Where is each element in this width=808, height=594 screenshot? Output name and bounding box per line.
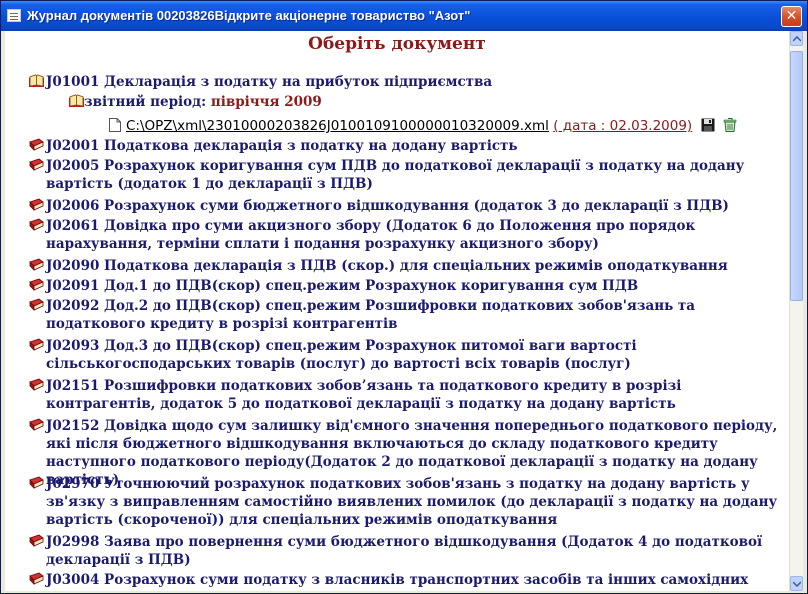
document-item[interactable]: J02006 Розрахунок суми бюджетного відшко… [29, 197, 789, 215]
document-item-label: J02005 Розрахунок коригування сум ПДВ до… [46, 158, 745, 192]
document-item-label: J02090 Податкова декларація з ПДВ (скор.… [46, 258, 728, 274]
scroll-up-button[interactable] [790, 31, 803, 46]
xml-file-link[interactable]: C:\OPZ\xml\23010000203826J01001091000000… [126, 118, 549, 134]
floppy-disk-icon[interactable] [701, 118, 715, 132]
document-item[interactable]: J02970 Уточнюючий розрахунок податкових … [29, 475, 789, 529]
document-item[interactable]: J03004 Розрахунок суми податку з власник… [29, 571, 789, 591]
reporting-period-row[interactable]: звітний період: півріччя 2009 [68, 93, 322, 111]
closed-book-icon [29, 378, 44, 391]
closed-book-icon [29, 476, 44, 489]
document-item-label: J02006 Розрахунок суми бюджетного відшко… [46, 198, 729, 214]
document-item-label: J02091 Дод.1 до ПДВ(скор) спец.режим Роз… [46, 278, 639, 294]
scroll-thumb[interactable] [790, 51, 803, 301]
open-book-icon [68, 94, 85, 108]
closed-book-icon [29, 534, 44, 547]
document-item[interactable]: J02005 Розрахунок коригування сум ПДВ до… [29, 157, 789, 193]
closed-book-icon [29, 418, 44, 431]
document-item-label: J02093 Дод.3 до ПДВ(скор) спец.режим Роз… [46, 338, 637, 372]
document-item[interactable]: J02090 Податкова декларація з ПДВ (скор.… [29, 257, 789, 275]
closed-book-icon [29, 278, 44, 291]
page-title: Оберіть документ [308, 34, 486, 54]
scroll-down-button[interactable] [790, 576, 803, 591]
document-list: Оберіть документ J01001 Декларація з под… [5, 31, 789, 591]
document-item[interactable]: J02093 Дод.3 до ПДВ(скор) спец.режим Роз… [29, 337, 789, 373]
xml-file-row: C:\OPZ\xml\23010000203826J01001091000000… [109, 117, 737, 135]
file-icon [109, 118, 121, 132]
closed-book-icon [29, 258, 44, 271]
closed-book-icon [29, 198, 44, 211]
client-area: Оберіть документ J01001 Декларація з под… [5, 31, 803, 591]
xml-file-date[interactable]: ( дата : 02.03.2009) [553, 118, 692, 134]
closed-book-icon [29, 338, 44, 351]
close-button[interactable]: ✕ [781, 6, 802, 27]
window-title: Журнал документів 00203826Відкрите акціо… [27, 8, 471, 23]
period-value: півріччя 2009 [210, 94, 322, 110]
document-item-label: J02970 Уточнюючий розрахунок податкових … [46, 476, 778, 528]
document-item[interactable]: J02151 Розшифровки податкових зобов’язан… [29, 377, 789, 413]
document-item-label: J03004 Розрахунок суми податку з власник… [46, 572, 749, 591]
open-book-icon [29, 74, 44, 87]
period-label: звітний період: [84, 94, 207, 110]
document-item[interactable]: J02091 Дод.1 до ПДВ(скор) спец.режим Роз… [29, 277, 789, 295]
document-item-label: J02001 Податкова декларація з податку на… [46, 138, 518, 154]
document-item-label: J01001 Декларація з податку на прибуток … [46, 74, 493, 90]
closed-book-icon [29, 138, 44, 151]
document-item-label: J02092 Дод.2 до ПДВ(скор) спец.режим Роз… [46, 298, 696, 332]
chevron-up-icon [793, 36, 801, 42]
closed-book-icon [29, 158, 44, 171]
document-item[interactable]: J02092 Дод.2 до ПДВ(скор) спец.режим Роз… [29, 297, 789, 333]
recycle-bin-icon[interactable] [723, 118, 737, 132]
closed-book-icon [29, 572, 44, 585]
chevron-down-icon [793, 581, 801, 587]
document-item-label: J02998 Заява про повернення суми бюджетн… [46, 534, 763, 568]
vertical-scrollbar[interactable] [789, 31, 803, 591]
document-journal-window: Журнал документів 00203826Відкрите акціо… [0, 0, 808, 594]
document-item-label: J02151 Розшифровки податкових зобов’язан… [46, 378, 682, 412]
document-item[interactable]: J02998 Заява про повернення суми бюджетн… [29, 533, 789, 569]
document-item[interactable]: J02061 Довідка про суми акцизного збору … [29, 217, 789, 253]
document-item-label: J02061 Довідка про суми акцизного збору … [46, 218, 696, 252]
closed-book-icon [29, 218, 44, 231]
closed-book-icon [29, 298, 44, 311]
title-bar[interactable]: Журнал документів 00203826Відкрите акціо… [1, 1, 807, 31]
document-item-open[interactable]: J01001 Декларація з податку на прибуток … [29, 73, 789, 91]
app-icon [7, 9, 21, 22]
document-item[interactable]: J02001 Податкова декларація з податку на… [29, 137, 789, 155]
